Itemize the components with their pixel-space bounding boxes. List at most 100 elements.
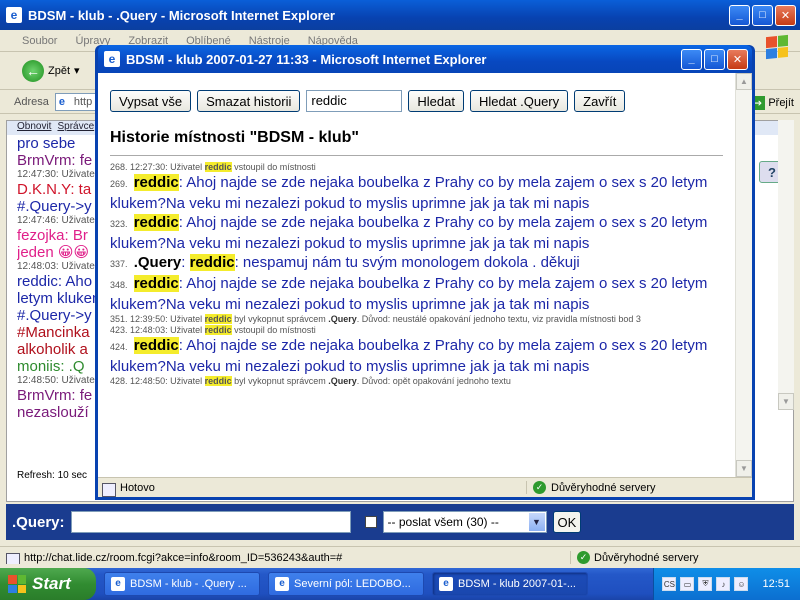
highlighted-nick: reddic <box>133 337 179 354</box>
task-label: BDSM - klub 2007-01-... <box>458 578 576 590</box>
network-icon[interactable]: ▭ <box>680 577 695 591</box>
task-button[interactable]: e BDSM - klub - .Query ... <box>104 572 260 596</box>
messenger-icon[interactable]: ☺ <box>734 577 749 591</box>
maximize-button[interactable]: □ <box>752 4 773 26</box>
check-icon: ✓ <box>533 481 546 494</box>
message-text: : Ahoj najde se zde nejaka boubelka z Pr… <box>110 337 708 375</box>
show-all-button[interactable]: Vypsat vše <box>110 90 192 112</box>
volume-icon[interactable]: ♪ <box>716 577 731 591</box>
back-label: Zpět <box>48 64 71 77</box>
security-zone: ✓ Důvěryhodné servery <box>526 481 752 494</box>
message-text: : Ahoj najde se zde nejaka boubelka z Pr… <box>110 174 708 212</box>
private-checkbox[interactable] <box>364 516 377 528</box>
task-buttons: e BDSM - klub - .Query ... e Severní pól: L… <box>96 572 588 596</box>
start-button[interactable]: Start <box>0 568 96 600</box>
history-join-note: 423. 12:48:03: Uživatel reddic vstoupil … <box>110 325 723 336</box>
entry-text: . Důvod: opět opakování jednoho textu <box>356 376 511 386</box>
history-join-note: 268. 12:27:30: Uživatel reddic vstoupil … <box>110 162 723 173</box>
back-arrow-icon: ← <box>22 59 44 82</box>
clear-history-button[interactable]: Smazat historii <box>197 90 301 112</box>
close-button[interactable]: ✕ <box>727 48 748 70</box>
windows-logo-icon <box>766 34 788 60</box>
windows-logo-icon <box>8 575 26 593</box>
go-button[interactable]: ➔ Přejít <box>751 96 794 110</box>
language-icon[interactable]: CS <box>662 577 677 591</box>
chevron-down-icon[interactable]: ▼ <box>528 513 545 531</box>
entry-text: Uživatel <box>170 376 203 386</box>
close-popup-button[interactable]: Zavřít <box>574 90 626 112</box>
check-icon: ✓ <box>577 551 590 564</box>
status-url: http://chat.lide.cz/room.fcgi?akce=info&… <box>0 552 570 564</box>
task-button[interactable]: e BDSM - klub 2007-01-... <box>432 572 588 596</box>
entry-text: vstoupil do místnosti <box>234 162 316 172</box>
highlighted-nick: reddic <box>133 174 179 191</box>
entry-separator: : <box>181 254 190 271</box>
go-label: Přejít <box>768 97 794 109</box>
ie-icon: e <box>6 7 22 23</box>
entry-text: byl vykopnut správcem <box>234 314 326 324</box>
search-input[interactable]: reddic <box>306 90 403 112</box>
popup-status-text: Hotovo <box>98 482 526 497</box>
refresh-link[interactable]: Obnovit <box>17 121 51 135</box>
ie-icon: e <box>439 577 453 591</box>
back-button[interactable]: ← Zpět ▾ <box>22 59 80 82</box>
minimize-button[interactable]: _ <box>681 48 702 70</box>
entry-text: . Důvod: neustálé opakování jednoho text… <box>356 314 641 324</box>
popup-content: Vypsat vše Smazat historii reddic Hledat… <box>98 73 735 477</box>
popup-body: Vypsat vše Smazat historii reddic Hledat… <box>98 73 752 497</box>
refresh-interval: Refresh: 10 sec <box>17 470 88 481</box>
entry-time: 12:48:03: <box>130 325 168 335</box>
scroll-up-icon[interactable]: ▲ <box>736 73 752 90</box>
send-nick-label: .Query: <box>12 513 65 531</box>
clock: 12:51 <box>762 578 790 590</box>
ie-icon: e <box>275 577 289 591</box>
menu-file[interactable]: Soubor <box>22 35 57 47</box>
search-button[interactable]: Hledat <box>408 90 464 112</box>
chevron-down-icon[interactable]: ▾ <box>74 64 80 77</box>
zone-label: Důvěryhodné servery <box>594 551 699 564</box>
task-button[interactable]: e Severní pól: LEDOBO... <box>268 572 424 596</box>
main-status-bar: http://chat.lide.cz/room.fcgi?akce=info&… <box>0 546 800 568</box>
recipient-value: -- poslat všem (30) -- <box>387 515 499 529</box>
popup-window-title: BDSM - klub 2007-01-27 11:33 - Microsoft… <box>126 51 487 67</box>
highlighted-nick: reddic <box>133 275 179 292</box>
entry-number: 424. <box>110 342 128 352</box>
message-text: : Ahoj najde se zde nejaka boubelka z Pr… <box>110 275 708 313</box>
maximize-button[interactable]: □ <box>704 48 725 70</box>
sender-nick: .Query <box>133 254 182 271</box>
entry-time: 12:48:50: <box>130 376 168 386</box>
entry-number: 351. <box>110 314 128 324</box>
entry-text: vstoupil do místnosti <box>234 325 316 335</box>
message-text: : Ahoj najde se zde nejaka boubelka z Pr… <box>110 214 708 252</box>
entry-number: 268. <box>110 162 128 172</box>
admin-nick: .Query <box>328 314 357 324</box>
admin-link[interactable]: Správce <box>57 121 94 135</box>
recipient-select[interactable]: -- poslat všem (30) -- ▼ <box>382 511 547 533</box>
chat-scrollbar[interactable]: ▼ <box>778 120 794 410</box>
minimize-button[interactable]: _ <box>729 4 750 26</box>
message-input[interactable] <box>70 511 351 533</box>
entry-text: byl vykopnut správcem <box>234 376 326 386</box>
history-list: 268. 12:27:30: Uživatel reddic vstoupil … <box>110 162 723 387</box>
entry-number: 423. <box>110 325 128 335</box>
send-ok-button[interactable]: OK <box>552 511 582 533</box>
search-query-button[interactable]: Hledat .Query <box>469 90 569 112</box>
entry-number: 269. <box>110 179 128 189</box>
popup-titlebar[interactable]: e BDSM - klub 2007-01-27 11:33 - Microso… <box>98 45 752 73</box>
close-button[interactable]: ✕ <box>775 4 796 26</box>
entry-text: Uživatel <box>170 162 203 172</box>
scroll-down-icon[interactable]: ▼ <box>736 460 752 477</box>
popup-scrollbar[interactable]: ▲ ▼ <box>735 73 752 477</box>
highlighted-nick: reddic <box>204 376 232 386</box>
history-message: 348. reddic: Ahoj najde se zde nejaka bo… <box>110 274 723 314</box>
shield-icon[interactable]: ⛨ <box>698 577 713 591</box>
zone-label: Důvěryhodné servery <box>551 481 656 494</box>
main-titlebar[interactable]: e BDSM - klub - .Query - Microsoft Inter… <box>0 0 800 30</box>
highlighted-nick: reddic <box>189 254 235 271</box>
history-message: 323. reddic: Ahoj najde se zde nejaka bo… <box>110 213 723 253</box>
security-zone: ✓ Důvěryhodné servery <box>570 551 800 564</box>
entry-text: Uživatel <box>170 314 203 324</box>
entry-number: 348. <box>110 280 128 290</box>
admin-nick: .Query <box>328 376 357 386</box>
scroll-down-icon[interactable]: ▼ <box>778 393 794 410</box>
